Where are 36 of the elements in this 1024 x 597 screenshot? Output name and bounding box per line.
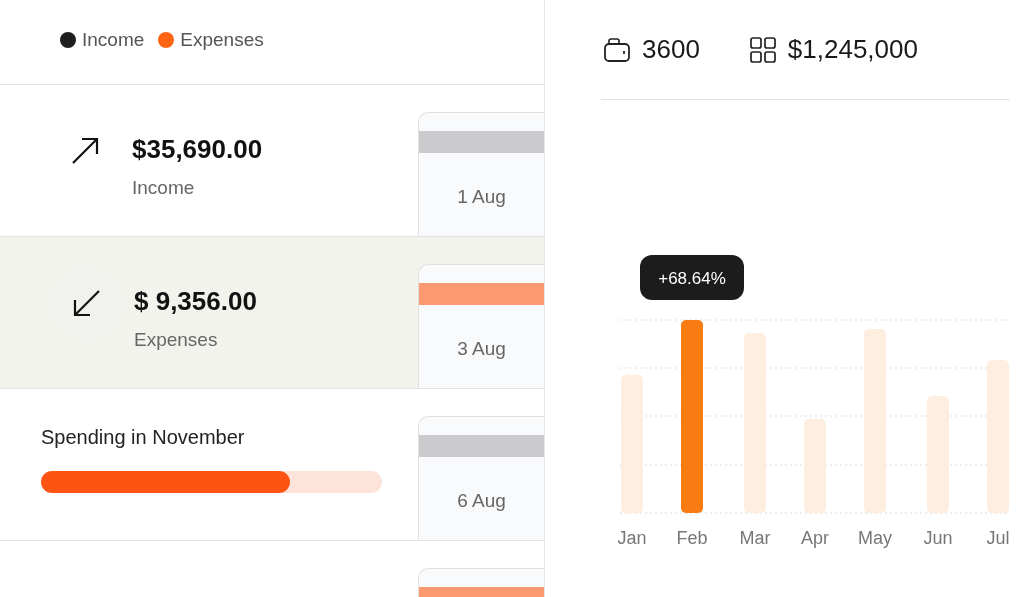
month-label: Mar xyxy=(739,528,771,548)
chart-bar[interactable] xyxy=(804,419,826,513)
date-card[interactable] xyxy=(418,568,544,597)
grid-icon xyxy=(749,36,776,63)
summary-row[interactable]: $ 9,356.00 Expenses 3 Aug xyxy=(0,237,544,389)
stat-value: 3600 xyxy=(642,34,700,65)
chart-bar[interactable] xyxy=(864,329,886,513)
date-card[interactable]: 3 Aug xyxy=(418,264,544,388)
month-label: Jul xyxy=(986,528,1010,548)
date-text: 3 Aug xyxy=(457,338,506,360)
amount-label: Expenses xyxy=(134,329,219,351)
arrow-up-right-icon xyxy=(70,135,100,166)
stat-value: $1,245,000 xyxy=(787,34,918,65)
month-label: Apr xyxy=(801,528,829,548)
chart-bar[interactable] xyxy=(681,320,703,513)
arrow-down-left-icon xyxy=(72,287,102,318)
chart-bar[interactable] xyxy=(621,375,643,513)
month-label: May xyxy=(858,528,892,548)
date-card[interactable]: 6 Aug xyxy=(418,416,544,540)
amount-text: $ 9,356.00 xyxy=(134,286,257,317)
chart-bar[interactable] xyxy=(744,333,766,513)
legend-label: Income xyxy=(82,29,145,51)
chart-bar[interactable] xyxy=(987,360,1009,513)
date-card[interactable]: 1 Aug xyxy=(418,112,544,236)
month-label: Jan xyxy=(617,528,647,548)
wallet-icon xyxy=(604,37,630,62)
tooltip: +68.64% xyxy=(640,255,744,300)
month-label: Jun xyxy=(923,528,953,548)
legend-label: Expenses xyxy=(180,29,264,51)
month-label: Feb xyxy=(676,528,708,548)
date-text: 1 Aug xyxy=(457,186,506,208)
amount-label: Income xyxy=(132,177,196,199)
chart-bar[interactable] xyxy=(927,396,949,513)
spending-title: Spending in November xyxy=(41,426,245,449)
date-text: 6 Aug xyxy=(457,490,506,512)
amount-text: $35,690.00 xyxy=(132,134,263,165)
